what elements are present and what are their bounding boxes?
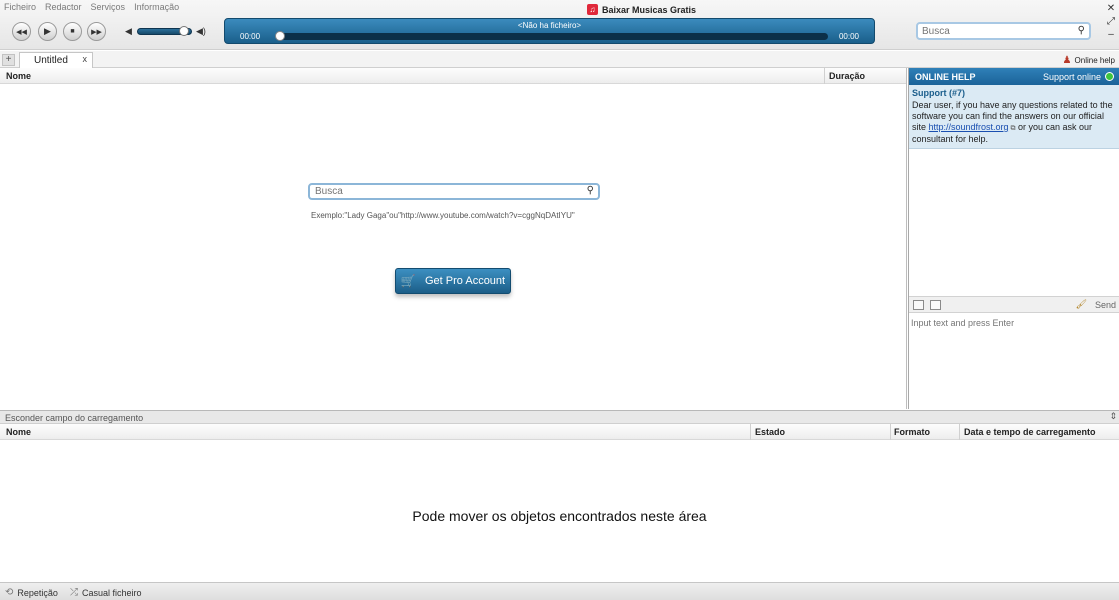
tab-label: Untitled xyxy=(34,55,68,66)
search-results-list: Nome Duração ⚲ Exemplo:"Lady Gaga"ou"htt… xyxy=(0,68,907,409)
stop-button[interactable]: ■ xyxy=(63,22,82,41)
column-divider[interactable] xyxy=(959,424,960,440)
player-display: <Não ha ficheiro> 00:00 00:00 xyxy=(224,18,875,44)
time-total: 00:00 xyxy=(838,32,859,41)
repeat-label: Repetição xyxy=(17,587,58,598)
play-button[interactable]: ▶ xyxy=(38,22,57,41)
column-divider[interactable] xyxy=(824,68,825,84)
chat-toolbar: 🖌 Send xyxy=(909,296,1119,313)
rewind-icon: ◀◀ xyxy=(16,28,27,36)
help-site-link[interactable]: http://soundfrost.org xyxy=(929,122,1009,132)
top-bar: Ficheiro Redactor Serviços Informação ♫ … xyxy=(0,0,1119,50)
menu-file[interactable]: Ficheiro xyxy=(4,2,36,12)
progress-handle[interactable] xyxy=(275,31,285,41)
tab-bar: + Untitled x ♟ Online help xyxy=(0,51,1119,68)
support-status: Support online xyxy=(1042,72,1101,82)
list-header: Nome Duração xyxy=(0,68,906,84)
downloads-header: Nome Estado Formato Data e tempo de carr… xyxy=(0,424,1119,440)
hide-downloads-toggle[interactable]: Esconder campo do carregamento xyxy=(5,413,143,423)
app-logo-icon: ♫ xyxy=(587,4,598,15)
online-help-label: Online help xyxy=(1074,56,1115,65)
column-duration[interactable]: Duração xyxy=(829,71,865,81)
help-message: Support (#7) Dear user, if you have any … xyxy=(909,85,1119,149)
volume-slider-handle[interactable] xyxy=(178,26,189,36)
search-icon[interactable]: ⚲ xyxy=(587,185,594,196)
shuffle-icon: ⤮ xyxy=(70,587,78,598)
column-name[interactable]: Nome xyxy=(6,427,31,437)
collapse-icon[interactable]: ⇕ xyxy=(1109,411,1117,422)
fast-forward-icon: ▶▶ xyxy=(91,28,102,36)
downloads-list: Nome Estado Formato Data e tempo de carr… xyxy=(0,424,1119,581)
top-search-input[interactable] xyxy=(918,24,1068,38)
add-tab-button[interactable]: + xyxy=(2,54,15,66)
help-text: Dear user, if you have any questions rel… xyxy=(912,100,1116,145)
shuffle-toggle[interactable]: ⤮ Casual ficheiro xyxy=(70,587,142,598)
downloads-bar: Esconder campo do carregamento ⇕ xyxy=(0,410,1119,424)
progress-bar[interactable] xyxy=(277,33,828,40)
stop-icon: ■ xyxy=(70,28,75,35)
column-name[interactable]: Nome xyxy=(6,71,31,81)
drop-hint: Pode mover os objetos encontrados neste … xyxy=(412,508,707,524)
tab-close-button[interactable]: x xyxy=(83,54,88,64)
menu-bar: Ficheiro Redactor Serviços Informação xyxy=(4,2,179,12)
send-button[interactable]: Send xyxy=(1095,300,1116,310)
column-date-time[interactable]: Data e tempo de carregamento xyxy=(964,427,1096,437)
app-title-text: Baixar Musicas Gratis xyxy=(602,4,697,15)
shuffle-label: Casual ficheiro xyxy=(82,587,142,598)
screenshot-icon[interactable] xyxy=(930,300,941,310)
external-link-icon: ⧉ xyxy=(1008,125,1016,132)
minimize-icon[interactable]: – xyxy=(1108,28,1114,41)
document-icon[interactable] xyxy=(913,300,924,310)
fast-forward-button[interactable]: ▶▶ xyxy=(87,22,106,41)
column-divider[interactable] xyxy=(750,424,751,440)
play-icon: ▶ xyxy=(44,26,51,36)
column-format[interactable]: Formato xyxy=(894,427,930,437)
chat-input[interactable] xyxy=(911,318,1116,328)
menu-services[interactable]: Serviços xyxy=(91,2,126,12)
center-search-input[interactable] xyxy=(310,185,570,198)
volume-down-icon[interactable]: ◀ xyxy=(125,26,132,37)
time-elapsed: 00:00 xyxy=(240,32,261,41)
help-header: ONLINE HELP Support online xyxy=(909,68,1119,85)
support-id: Support (#7) xyxy=(912,88,965,98)
online-help-link[interactable]: ♟ Online help xyxy=(1063,55,1115,66)
menu-editor[interactable]: Redactor xyxy=(45,2,82,12)
column-status[interactable]: Estado xyxy=(755,427,785,437)
get-pro-label: Get Pro Account xyxy=(425,275,506,287)
repeat-toggle[interactable]: ⟲ Repetição xyxy=(5,587,58,598)
close-icon[interactable]: ✕ xyxy=(1107,2,1115,15)
online-status-icon xyxy=(1105,72,1114,81)
search-example-text: Exemplo:"Lady Gaga"ou"http://www.youtube… xyxy=(311,211,575,220)
window-controls: ✕ ⤢ – xyxy=(1106,2,1116,41)
help-title: ONLINE HELP xyxy=(915,72,976,82)
repeat-icon: ⟲ xyxy=(5,587,14,598)
search-icon[interactable]: ⚲ xyxy=(1078,25,1085,36)
menu-info[interactable]: Informação xyxy=(134,2,179,12)
resize-icon[interactable]: ⤢ xyxy=(1107,15,1115,28)
top-search-box: ⚲ xyxy=(916,22,1091,40)
clear-brush-icon[interactable]: 🖌 xyxy=(1076,299,1087,310)
volume-up-icon[interactable]: ◀) xyxy=(196,26,206,37)
cart-icon: 🛒 xyxy=(400,274,416,288)
get-pro-account-button[interactable]: 🛒 Get Pro Account xyxy=(395,268,511,294)
app-title: ♫ Baixar Musicas Gratis xyxy=(587,4,696,15)
track-title: <Não ha ficheiro> xyxy=(517,21,582,30)
online-help-panel: ONLINE HELP Support online Support (#7) … xyxy=(908,68,1119,409)
consultant-icon: ♟ xyxy=(1062,55,1072,66)
tab-untitled[interactable]: Untitled x xyxy=(19,52,93,68)
column-divider[interactable] xyxy=(890,424,891,440)
rewind-button[interactable]: ◀◀ xyxy=(12,22,31,41)
status-bar: ⟲ Repetição ⤮ Casual ficheiro xyxy=(0,582,1119,600)
center-search-box: ⚲ xyxy=(308,183,600,200)
